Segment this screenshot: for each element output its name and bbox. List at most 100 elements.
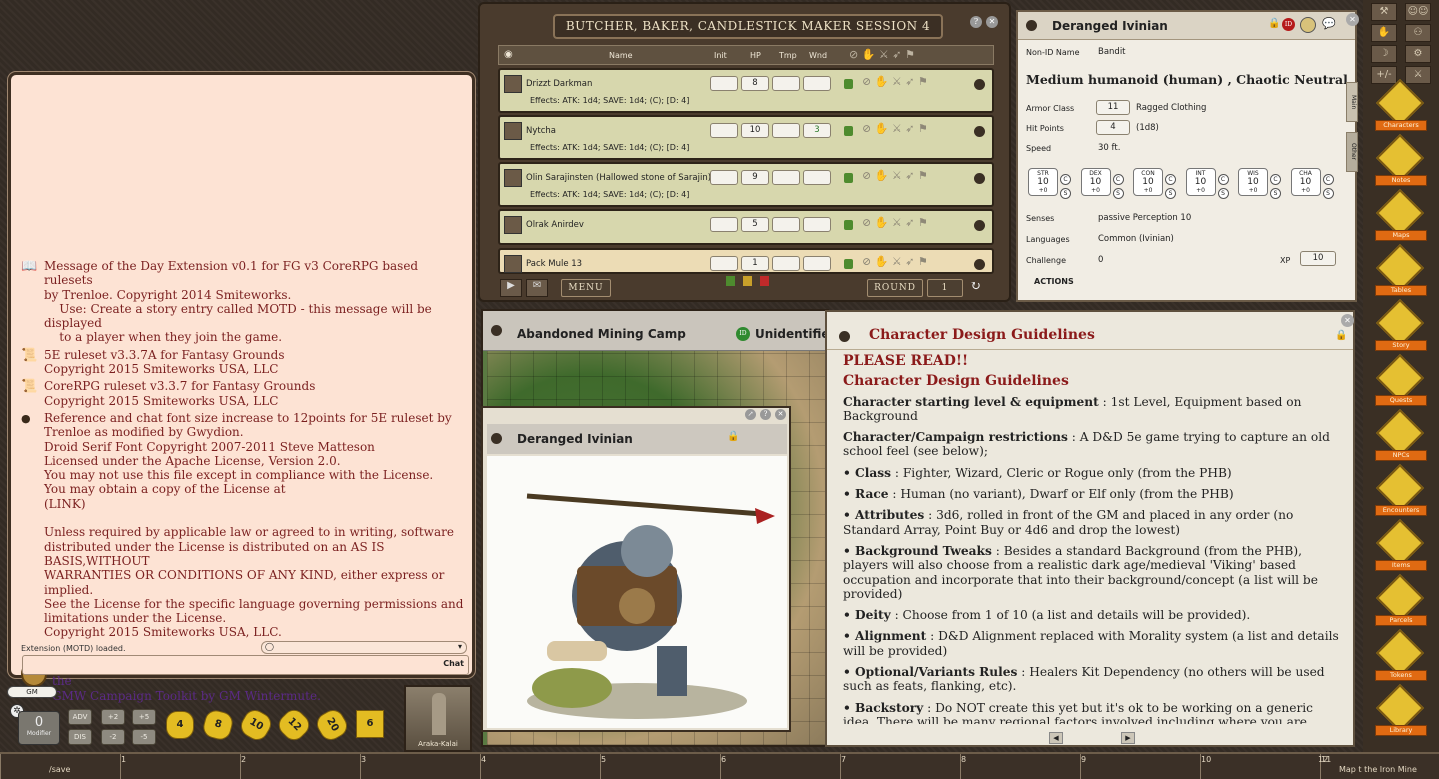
activate-icon[interactable] [974, 220, 985, 231]
init-field[interactable] [710, 76, 738, 91]
ability-con[interactable]: CON 10 +0 [1133, 168, 1163, 196]
save-roll-icon[interactable]: S [1322, 188, 1334, 199]
hotkey-slot[interactable]: 1/save [0, 754, 126, 779]
ability-score[interactable]: 10 [1029, 177, 1057, 187]
map-title[interactable]: Abandoned Mining Camp [517, 327, 686, 341]
combatant-name[interactable]: Olin Sarajinsten (Hallowed stone of Sara… [526, 173, 711, 183]
sidebar-item-library[interactable]: Library [1375, 683, 1427, 741]
combatant-portrait[interactable] [504, 122, 522, 140]
init-field[interactable] [710, 123, 738, 138]
hotkey-slot[interactable]: 8 [840, 754, 966, 779]
sidebar-item-parcels[interactable]: Parcels [1375, 573, 1427, 631]
ability-score[interactable]: 10 [1082, 177, 1110, 187]
hp-field[interactable]: 10 [741, 123, 769, 138]
sidebar-item-maps[interactable]: Maps [1375, 188, 1427, 246]
nonid-field[interactable]: Bandit [1098, 47, 1126, 57]
tmp-field[interactable] [772, 256, 800, 271]
ct-menu-button[interactable]: MENU [561, 279, 611, 297]
wnd-field[interactable] [803, 76, 831, 91]
wnd-field[interactable] [803, 170, 831, 185]
combatant-portrait[interactable] [504, 255, 522, 273]
die-d8-icon[interactable]: 8 [200, 707, 236, 743]
link-icon[interactable] [491, 325, 502, 336]
faction-neutral-icon[interactable] [743, 276, 752, 286]
sidebar-item-notes[interactable]: Notes [1375, 133, 1427, 191]
hotkey-slot[interactable]: 3 [240, 754, 366, 779]
senses-field[interactable]: passive Perception 10 [1098, 213, 1191, 223]
help-icon[interactable]: ? [760, 409, 771, 420]
section-icons[interactable]: ⊘ ✋ ⚔ ➶ ⚑ [862, 169, 928, 182]
npc-type-line[interactable]: Medium humanoid (human) , Chaotic Neutra… [1026, 72, 1348, 87]
id-toggle-icon[interactable]: ID [736, 327, 750, 341]
npc-name[interactable]: Deranged Ivinian [1052, 19, 1168, 33]
story-close-icon[interactable]: ✕ [1341, 314, 1354, 327]
combatant-row[interactable]: Olin Sarajinsten (Hallowed stone of Sara… [498, 162, 994, 207]
hotkey-slot[interactable]: 10 [1080, 754, 1211, 779]
resize-icon[interactable]: ↗ [745, 409, 756, 420]
combatant-row[interactable]: Pack Mule 13 1 ⊘ ✋ ⚔ ➶ ⚑ [498, 248, 994, 274]
ability-score[interactable]: 10 [1292, 177, 1320, 187]
save-roll-icon[interactable]: S [1217, 188, 1229, 199]
help-icon[interactable]: ? [970, 16, 982, 28]
section-icons[interactable]: ⊘ ✋ ⚔ ➶ ⚑ [862, 255, 928, 268]
faction-icon[interactable] [844, 259, 853, 269]
modifier-button-4[interactable]: -2 [101, 729, 125, 745]
save-roll-icon[interactable]: S [1270, 188, 1281, 199]
users-icon[interactable]: ☺☺ [1405, 3, 1431, 21]
combatant-name[interactable]: Nytcha [526, 126, 556, 136]
save-roll-icon[interactable]: C [1112, 174, 1124, 185]
speed-field[interactable]: 30 ft. [1098, 143, 1120, 153]
combatant-portrait[interactable] [504, 75, 522, 93]
combatant-portrait[interactable] [504, 216, 522, 234]
tab-main[interactable]: Main [1346, 82, 1358, 122]
sidebar-item-characters[interactable]: Characters [1375, 78, 1427, 136]
xp-field[interactable]: 10 [1300, 251, 1336, 266]
scroll-right-icon[interactable]: ▶ [1121, 732, 1135, 744]
identified-toggle-icon[interactable]: ID [1282, 18, 1295, 31]
light-icon[interactable]: ☽ [1371, 45, 1397, 63]
tmp-field[interactable] [772, 217, 800, 232]
save-roll-icon[interactable]: C [1270, 174, 1281, 185]
link-icon[interactable] [491, 433, 502, 444]
init-field[interactable] [710, 170, 738, 185]
die-d6-icon[interactable]: 6 [356, 710, 384, 738]
image-title[interactable]: Deranged Ivinian [517, 432, 633, 446]
next-actor-icon[interactable]: ▶ [500, 279, 522, 297]
challenge-field[interactable]: 0 [1098, 255, 1103, 265]
modifier-button-5[interactable]: -5 [132, 729, 156, 745]
hand-icon[interactable]: ✋ [1371, 24, 1397, 42]
hotkey-slot[interactable]: 9 [960, 754, 1086, 779]
hp-field[interactable]: 9 [741, 170, 769, 185]
sidebar-item-encounters[interactable]: Encounters [1375, 463, 1427, 521]
chat-mode-dropdown[interactable]: ◯ ▾ [261, 641, 467, 654]
story-title[interactable]: Character Design Guidelines [869, 327, 1095, 343]
activate-icon[interactable] [974, 79, 985, 90]
section-icons[interactable]: ⊘ ✋ ⚔ ➶ ⚑ [862, 216, 928, 229]
hotkey-slot[interactable]: 7 [720, 754, 846, 779]
next-round-icon[interactable]: ↻ [970, 279, 986, 295]
save-roll-icon[interactable]: S [1060, 188, 1071, 199]
sidebar-item-tables[interactable]: Tables [1375, 243, 1427, 301]
gm-identity-label[interactable]: GM [7, 686, 57, 698]
visibility-eye-icon[interactable]: ◉ [504, 49, 513, 60]
hotkey-slot[interactable]: 6 [600, 754, 726, 779]
faction-icon[interactable] [844, 173, 853, 183]
activate-icon[interactable] [974, 126, 985, 137]
modifier-button-0[interactable]: ADV [68, 709, 92, 725]
languages-field[interactable]: Common (Ivinian) [1098, 234, 1174, 244]
lock-icon[interactable]: 🔒 [727, 431, 739, 442]
wnd-field[interactable] [803, 217, 831, 232]
ability-str[interactable]: STR 10 +0 [1028, 168, 1058, 196]
faction-foe-icon[interactable] [760, 276, 769, 286]
hp-field[interactable]: 4 [1096, 120, 1130, 135]
hotkey-slot[interactable]: 2 [120, 754, 246, 779]
hp-field[interactable]: 5 [741, 217, 769, 232]
combatant-name[interactable]: Pack Mule 13 [526, 259, 582, 269]
save-roll-icon[interactable]: C [1165, 174, 1176, 185]
combatant-row[interactable]: Olrak Anirdev 5 ⊘ ✋ ⚔ ➶ ⚑ [498, 209, 994, 245]
close-icon[interactable]: ✕ [775, 409, 786, 420]
ability-dex[interactable]: DEX 10 +0 [1080, 168, 1111, 196]
modifier-button-1[interactable]: +2 [101, 709, 125, 725]
combatant-portrait[interactable] [504, 169, 522, 187]
sidebar-item-npcs[interactable]: NPCs [1375, 408, 1427, 466]
